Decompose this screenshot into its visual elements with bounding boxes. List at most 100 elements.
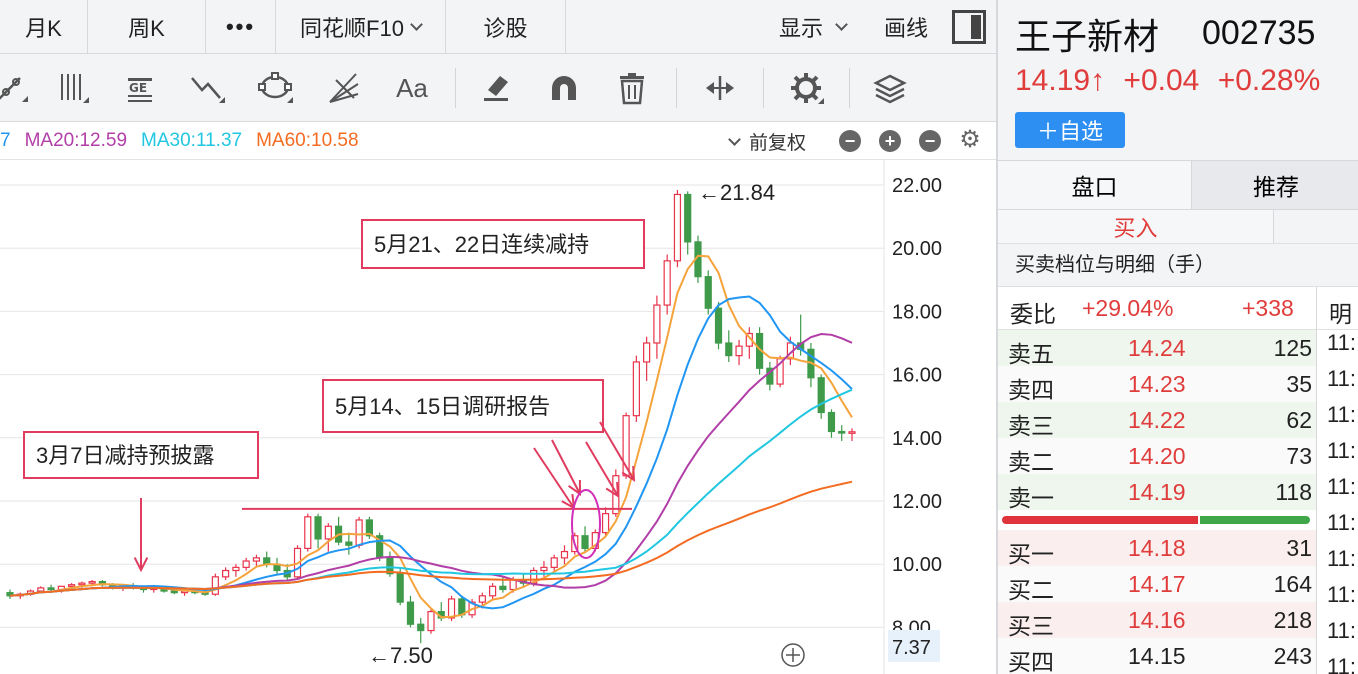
ask-volume: 62 [1286,407,1312,433]
ma10-value: 7 [0,129,11,151]
tick-time: 11: [1327,510,1356,535]
tick-time: 11: [1327,474,1356,499]
bid-label: 买三 [1008,613,1054,639]
trend-line-tool-icon[interactable] [0,66,34,110]
candle-body [704,276,712,309]
tab-month-k[interactable]: 月K [0,0,88,54]
collapse-icon[interactable]: − [839,130,861,152]
zoom-in-icon[interactable]: + [879,130,901,152]
high-price-label: ←21.84 [698,180,775,205]
kline-chart[interactable]: 22.0020.0018.0016.0014.0012.0010.008.007… [0,160,996,674]
text-tool-icon[interactable]: Aa [390,66,434,110]
panel-layout-icon[interactable] [952,10,986,44]
bid-label: 买一 [1008,541,1054,567]
bid-label: 买四 [1008,649,1054,674]
quote-pane: 王子新材 002735 14.19↑ +0.04 +0.28% ＋自选 盘口 推… [996,0,1358,674]
trash-icon[interactable] [610,66,654,110]
ask-row[interactable]: 卖二 14.20 73 [998,438,1316,475]
candle-body [68,584,76,587]
adjust-mode-dropdown[interactable]: 前复权 [726,122,806,160]
bid-row[interactable]: 买二 14.17 164 [998,566,1316,603]
candle-body [170,590,178,594]
ask-price: 14.23 [1128,371,1186,397]
display-dropdown[interactable]: 显示 [761,0,864,54]
candle-body [345,541,353,546]
candle-body [211,576,219,595]
price-axis-label: 20.00 [892,238,942,260]
quote-tabs: 盘口 推荐 [998,160,1358,210]
ask-volume: 125 [1273,335,1312,361]
price-axis-label: 22.00 [892,175,942,197]
candle-body [489,585,497,597]
annotation-arrow [551,439,581,495]
tab-recommend[interactable]: 推荐 [1192,161,1358,209]
candle-body [714,307,723,344]
ask-label: 卖二 [1008,449,1054,475]
ask-row[interactable]: 卖三 14.22 62 [998,402,1316,439]
candle-body [560,550,569,559]
gann-tool-icon[interactable]: GE [118,66,162,110]
zoom-out-icon[interactable]: − [919,130,941,152]
parallel-lines-tool-icon[interactable] [50,66,94,110]
annotation-arrow [533,447,575,509]
commission-diff-value: +338 [1242,295,1294,321]
candle-body [663,260,671,306]
candle-body [725,342,733,357]
tick-detail-header[interactable]: 明 [1316,287,1358,331]
tab-week-k[interactable]: 周K [88,0,206,54]
candle-body [242,560,250,568]
bid-price: 14.18 [1128,535,1186,561]
price-change: +0.04 [1123,64,1200,97]
bid-price: 14.15 [1128,643,1186,669]
orderbook-title: 买卖档位与明细（手） [1015,254,1215,276]
candle-body [458,598,466,616]
candle-body [78,582,86,586]
chart-pane: 月K 周K ••• 同花顺F10 诊股 显示 画线 GE Aa 7 MA20:1… [0,0,996,674]
tab-diagnose[interactable]: 诊股 [446,0,566,54]
tick-time: 11: [1327,582,1356,607]
candle-body [252,557,261,562]
ask-label: 卖三 [1008,413,1054,439]
tick-time: 11: [1327,366,1356,391]
bid-row[interactable]: 买三 14.16 218 [998,602,1316,639]
candle-body [540,566,548,572]
candle-body [632,361,640,417]
eraser-tool-icon[interactable] [474,66,518,110]
ask-row[interactable]: 卖四 14.23 35 [998,366,1316,403]
price-axis-label: 14.00 [892,428,942,450]
tick-time: 11: [1327,654,1356,674]
ellipse-tool-icon[interactable] [254,66,298,110]
layers-icon[interactable] [868,66,912,110]
settings-gear-icon[interactable]: ⚙ [959,128,981,152]
ask-price: 14.24 [1128,335,1186,361]
bid-row[interactable]: 买四 14.15 243 [998,638,1316,674]
wave-tool-icon[interactable] [186,66,230,110]
bid-ask-ratio-bar [998,510,1316,530]
candle-body [427,611,435,632]
kline-chart-area[interactable]: 22.00 20.00 18.00 16.00 14.00 12.00 10.00 8.00 7… [0,160,996,674]
candle-body [684,193,692,243]
fan-lines-tool-icon[interactable] [322,66,366,110]
chevron-down-icon [728,132,741,146]
candle-body [447,598,456,619]
gear-icon[interactable] [784,66,828,110]
low-price-label: ←7.50 [368,643,433,668]
tab-pankou[interactable]: 盘口 [998,161,1192,209]
candle-body [396,573,404,603]
candle-body [838,430,846,434]
ask-row[interactable]: 卖五 14.24 125 [998,330,1316,367]
add-watchlist-button[interactable]: ＋自选 [1015,112,1125,148]
ma-legend-bar: 7 MA20:12.59 MA30:11.37 MA60:10.58 前复权 −… [0,122,996,160]
bid-row[interactable]: 买一 14.18 31 [998,530,1316,567]
candle-body [827,411,836,433]
ask-row[interactable]: 卖一 14.19 118 [998,474,1316,511]
tab-f10[interactable]: 同花顺F10 [276,0,446,54]
more-menu-button[interactable]: ••• [206,0,276,54]
order-book: 卖五 14.24 125 卖四 14.23 35 卖三 14.22 62 卖二 … [998,330,1316,674]
buy-button[interactable]: 买入 [998,210,1274,243]
annotation-reduction-text: 5月21、22日连续减持 [374,232,589,257]
draw-line-button[interactable]: 画线 [864,0,942,54]
tick-time: 11: [1327,402,1356,427]
magnet-tool-icon[interactable] [542,66,586,110]
split-view-icon[interactable] [698,66,742,110]
